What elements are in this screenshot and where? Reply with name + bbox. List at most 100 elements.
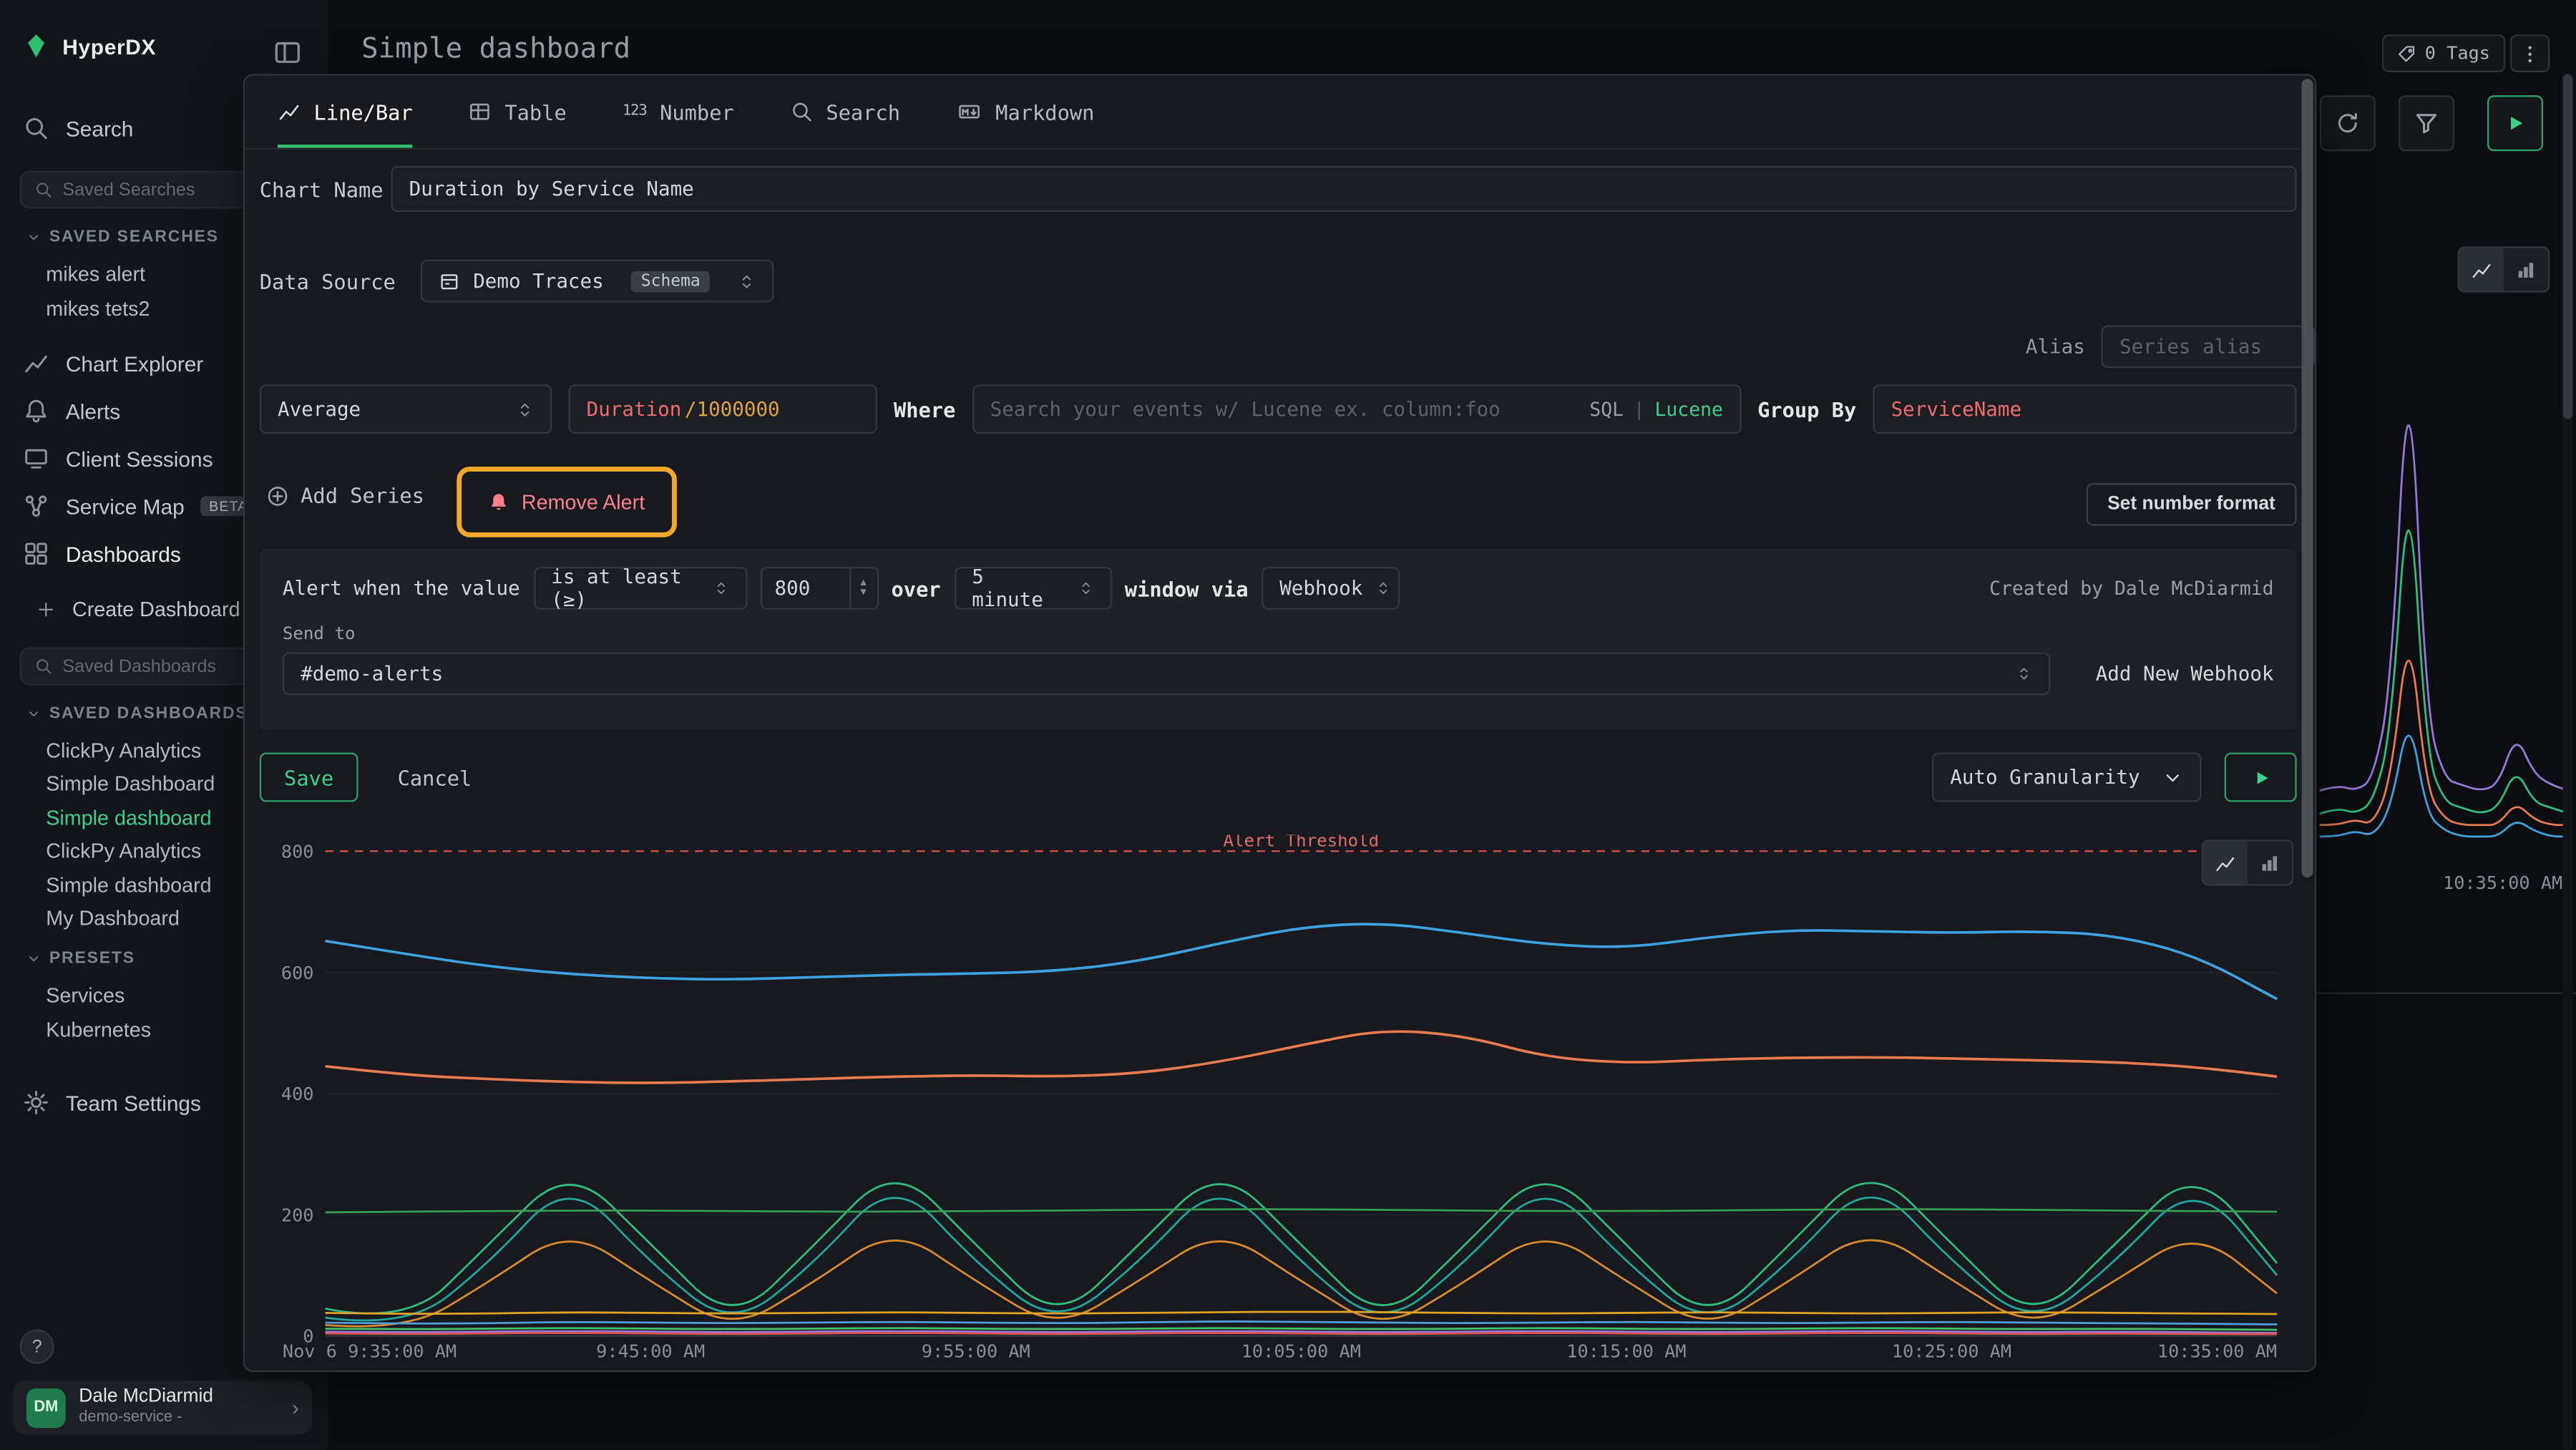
dashboards-icon: [23, 540, 49, 567]
bar-chart-toggle[interactable]: [2248, 842, 2292, 885]
play-icon: [2504, 112, 2527, 135]
tab-table[interactable]: Table: [469, 76, 567, 148]
alert-settings-panel: Alert when the value is at least (≥) ▲▼ …: [260, 549, 2297, 730]
service-map-icon: [23, 493, 49, 520]
alert-created-by: Created by Dale McDiarmid: [1989, 577, 2273, 600]
bell-icon: [489, 491, 510, 512]
sidebar-item-label: Search: [66, 116, 134, 140]
sidebar-item-chart-explorer[interactable]: Chart Explorer: [23, 350, 203, 376]
chart-type-toggle: [2202, 840, 2294, 885]
dashboard-item[interactable]: My Dashboard: [46, 907, 180, 930]
svg-text:10:15:00 AM: 10:15:00 AM: [1566, 1340, 1686, 1361]
page-title[interactable]: Simple dashboard: [361, 33, 630, 66]
add-new-webhook-link[interactable]: Add New Webhook: [2096, 662, 2274, 685]
presets-header[interactable]: PRESETS: [26, 950, 135, 968]
add-series-button[interactable]: Add Series: [266, 483, 424, 507]
create-dashboard-button[interactable]: Create Dashboard: [36, 598, 240, 621]
svg-text:200: 200: [281, 1205, 314, 1225]
plus-circle-icon: [266, 484, 289, 507]
group-by-label: Group By: [1757, 396, 1856, 421]
background-mini-chart: [2320, 271, 2570, 876]
svg-text:600: 600: [281, 963, 314, 983]
chevron-down-icon: [26, 230, 42, 245]
more-menu-button[interactable]: [2510, 34, 2550, 72]
search-icon: [34, 657, 52, 675]
alert-condition-select[interactable]: is at least (≥): [533, 567, 746, 610]
run-chart-button[interactable]: [2225, 753, 2297, 802]
alert-window-select[interactable]: 5 minute: [954, 567, 1111, 610]
saved-search-item[interactable]: mikes alert: [46, 263, 145, 286]
dashboard-item[interactable]: ClickPy Analytics: [46, 739, 201, 762]
svg-text:Nov 6 9:35:00 AM: Nov 6 9:35:00 AM: [283, 1340, 457, 1361]
gear-icon: [23, 1089, 49, 1116]
sidebar-item-search[interactable]: Search: [23, 115, 133, 142]
query-language-toggle[interactable]: SQL | Lucene: [1589, 398, 1723, 421]
chevron-updown-icon: [712, 580, 728, 596]
number-stepper[interactable]: ▲▼: [849, 568, 877, 608]
saved-search-item[interactable]: mikes tets2: [46, 298, 150, 321]
database-icon: [439, 271, 460, 292]
line-chart-toggle[interactable]: [2203, 842, 2248, 885]
sidebar-item-client-sessions[interactable]: Client Sessions: [23, 445, 213, 472]
chevron-updown-icon: [738, 272, 756, 290]
alert-threshold-input[interactable]: ▲▼: [760, 567, 878, 610]
run-query-button-bg[interactable]: [2487, 95, 2543, 151]
alias-input[interactable]: [2102, 326, 2315, 369]
aggregation-select[interactable]: Average: [260, 384, 552, 434]
cancel-button[interactable]: Cancel: [398, 765, 472, 789]
brand: HyperDX: [23, 33, 156, 59]
user-menu[interactable]: DM Dale McDiarmid demo-service - ›: [13, 1381, 312, 1435]
play-icon: [2250, 767, 2271, 788]
tags-button[interactable]: 0 Tags: [2382, 34, 2505, 72]
sidebar-collapse-icon[interactable]: [273, 38, 302, 67]
data-source-select[interactable]: Demo Traces Schema: [421, 260, 774, 303]
preset-item[interactable]: Kubernetes: [46, 1018, 151, 1041]
chevron-down-icon: [2162, 767, 2183, 788]
webhook-channel-select[interactable]: #demo-alerts: [283, 652, 2050, 695]
tab-search[interactable]: Search: [790, 76, 900, 148]
dashboard-item[interactable]: Simple Dashboard: [46, 772, 215, 795]
chevron-updown-icon: [2015, 666, 2031, 682]
send-to-label: Send to: [283, 624, 2274, 644]
group-by-input[interactable]: ServiceName: [1873, 384, 2296, 434]
schema-badge: Schema: [631, 271, 710, 292]
tab-markdown[interactable]: Markdown: [956, 76, 1094, 148]
dashboard-item-active[interactable]: Simple dashboard: [46, 807, 211, 829]
sidebar-item-service-map[interactable]: Service Map BETA: [23, 493, 256, 520]
dashboard-item[interactable]: Simple dashboard: [46, 874, 211, 897]
svg-text:10:05:00 AM: 10:05:00 AM: [1241, 1340, 1361, 1361]
granularity-select[interactable]: Auto Granularity: [1932, 753, 2202, 802]
chevron-updown-icon: [516, 400, 534, 418]
alert-channel-type-select[interactable]: Webhook: [1262, 567, 1400, 610]
svg-text:9:55:00 AM: 9:55:00 AM: [922, 1340, 1030, 1361]
preset-item[interactable]: Services: [46, 984, 125, 1007]
chart-name-input[interactable]: [391, 166, 2296, 212]
remove-alert-button[interactable]: Remove Alert: [489, 490, 645, 513]
chart-editor-modal: Line/Bar Table 123 Number Search Markdow…: [243, 74, 2316, 1372]
monitor-icon: [23, 445, 49, 472]
sidebar-item-alerts[interactable]: Alerts: [23, 398, 120, 424]
annotation-highlight-box: Remove Alert: [457, 467, 677, 537]
save-button[interactable]: Save: [260, 753, 358, 802]
brand-name: HyperDX: [62, 34, 156, 58]
sidebar-item-team-settings[interactable]: Team Settings: [23, 1089, 201, 1116]
field-input[interactable]: Duration/1000000: [568, 384, 877, 434]
saved-dashboards-header[interactable]: SAVED DASHBOARDS: [26, 705, 248, 723]
where-search-input[interactable]: Search your events w/ Lucene ex. column:…: [972, 384, 1741, 434]
editor-tabs: Line/Bar Table 123 Number Search Markdow…: [245, 76, 2298, 150]
modal-scrollbar[interactable]: [2302, 79, 2313, 1367]
tab-number[interactable]: 123 Number: [623, 76, 734, 148]
saved-searches-header[interactable]: SAVED SEARCHES: [26, 228, 219, 246]
sidebar-item-dashboards[interactable]: Dashboards: [23, 540, 181, 567]
tab-line-bar[interactable]: Line/Bar: [278, 76, 413, 148]
search-icon: [23, 115, 49, 142]
dashboard-item[interactable]: ClickPy Analytics: [46, 840, 201, 862]
page-scrollbar[interactable]: [2563, 74, 2573, 1449]
filter-icon: [2414, 110, 2440, 137]
dots-vertical-icon: [2519, 42, 2542, 65]
set-number-format-button[interactable]: Set number format: [2086, 483, 2296, 526]
filter-button[interactable]: [2399, 95, 2454, 151]
help-button[interactable]: ?: [20, 1329, 54, 1363]
refresh-button[interactable]: [2320, 95, 2376, 151]
where-label: Where: [894, 396, 955, 421]
